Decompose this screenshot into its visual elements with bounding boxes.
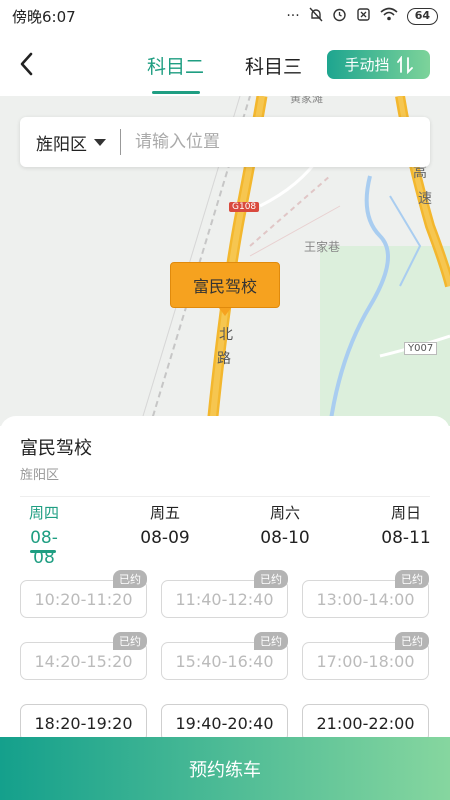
slot-time: 11:40-12:40 xyxy=(175,589,274,609)
day-tab-sunday[interactable]: 周日 08-11 xyxy=(381,502,431,548)
booked-badge: 已约 xyxy=(395,570,429,588)
day-date: 08-09 xyxy=(140,528,190,548)
mute-bell-icon xyxy=(309,7,323,26)
slot-time: 18:20-19:20 xyxy=(34,713,133,733)
panel-divider xyxy=(20,496,430,497)
map-label-top: 黄家滩 xyxy=(290,96,323,105)
gear-type-toggle-button[interactable]: 手动挡 xyxy=(327,50,430,79)
slot-time: 10:20-11:20 xyxy=(34,589,133,609)
tab-subject-two[interactable]: 科目二 xyxy=(147,52,204,79)
back-button[interactable] xyxy=(14,48,42,80)
day-weekday: 周六 xyxy=(269,504,300,522)
map-label-road-north: 北 xyxy=(219,327,233,343)
day-date: 08-08 xyxy=(30,528,58,568)
road-tag-y007: Y007 xyxy=(404,342,438,355)
time-slot-booked: 17:00-18:00 已约 xyxy=(302,632,429,680)
day-date: 08-11 xyxy=(381,528,431,548)
time-slot-booked: 15:40-16:40 已约 xyxy=(161,632,288,680)
time-slot-booked: 10:20-11:20 已约 xyxy=(20,570,147,618)
school-area: 旌阳区 xyxy=(20,468,60,483)
district-selector[interactable]: 旌阳区 xyxy=(36,130,87,155)
time-slot-booked: 11:40-12:40 已约 xyxy=(161,570,288,618)
marker-pointer xyxy=(219,308,231,316)
school-map-marker[interactable]: 富民驾校 xyxy=(170,262,280,308)
location-search-bar: 旌阳区 xyxy=(20,117,430,167)
booked-badge: 已约 xyxy=(254,570,288,588)
booked-badge: 已约 xyxy=(254,632,288,650)
booked-badge: 已约 xyxy=(113,570,147,588)
slot-time: 13:00-14:00 xyxy=(316,589,415,609)
slot-time: 19:40-20:40 xyxy=(175,713,274,733)
day-date: 08-10 xyxy=(260,528,310,548)
wifi-icon xyxy=(380,7,398,25)
day-tab-friday[interactable]: 周五 08-09 xyxy=(140,502,190,548)
back-arrow-icon xyxy=(20,52,33,76)
tab-active-indicator xyxy=(152,91,200,94)
slot-time: 21:00-22:00 xyxy=(316,713,415,733)
day-weekday: 周四 xyxy=(28,504,59,522)
more-dots-icon: ··· xyxy=(286,8,300,24)
booked-badge: 已约 xyxy=(113,632,147,650)
status-icons: ··· 64 xyxy=(286,7,438,26)
top-bar: 科目二 科目三 手动挡 xyxy=(0,32,450,96)
dropdown-caret-icon[interactable] xyxy=(94,138,106,146)
swap-vertical-icon xyxy=(396,55,413,74)
status-bar: 傍晚6:07 ··· 64 xyxy=(0,0,450,32)
booked-badge: 已约 xyxy=(395,632,429,650)
map-label-road-lu: 路 xyxy=(217,351,231,367)
gear-type-label: 手动挡 xyxy=(344,56,390,74)
book-practice-button[interactable]: 预约练车 xyxy=(0,737,450,800)
time-slot-booked: 13:00-14:00 已约 xyxy=(302,570,429,618)
search-divider xyxy=(120,129,121,155)
alarm-icon xyxy=(332,7,347,26)
road-tag-g108: G108 xyxy=(229,202,260,212)
slot-time: 17:00-18:00 xyxy=(316,651,415,671)
day-active-indicator xyxy=(30,550,56,553)
sim-off-icon xyxy=(356,7,371,26)
time-slot-booked: 14:20-15:20 已约 xyxy=(20,632,147,680)
school-name: 富民驾校 xyxy=(20,438,92,459)
day-weekday: 周五 xyxy=(149,504,180,522)
location-input[interactable] xyxy=(135,132,365,152)
map-label-expressway-2: 速 xyxy=(418,191,432,207)
day-weekday: 周日 xyxy=(390,504,421,522)
day-tab-thursday[interactable]: 周四 08-08 xyxy=(20,502,68,568)
status-time: 傍晚6:07 xyxy=(12,7,76,26)
day-tab-saturday[interactable]: 周六 08-10 xyxy=(260,502,310,548)
map-label-village: 王家巷 xyxy=(304,240,341,254)
slot-time: 14:20-15:20 xyxy=(34,651,133,671)
slot-time: 15:40-16:40 xyxy=(175,651,274,671)
tab-subject-three[interactable]: 科目三 xyxy=(245,52,302,79)
battery-indicator: 64 xyxy=(406,7,438,25)
